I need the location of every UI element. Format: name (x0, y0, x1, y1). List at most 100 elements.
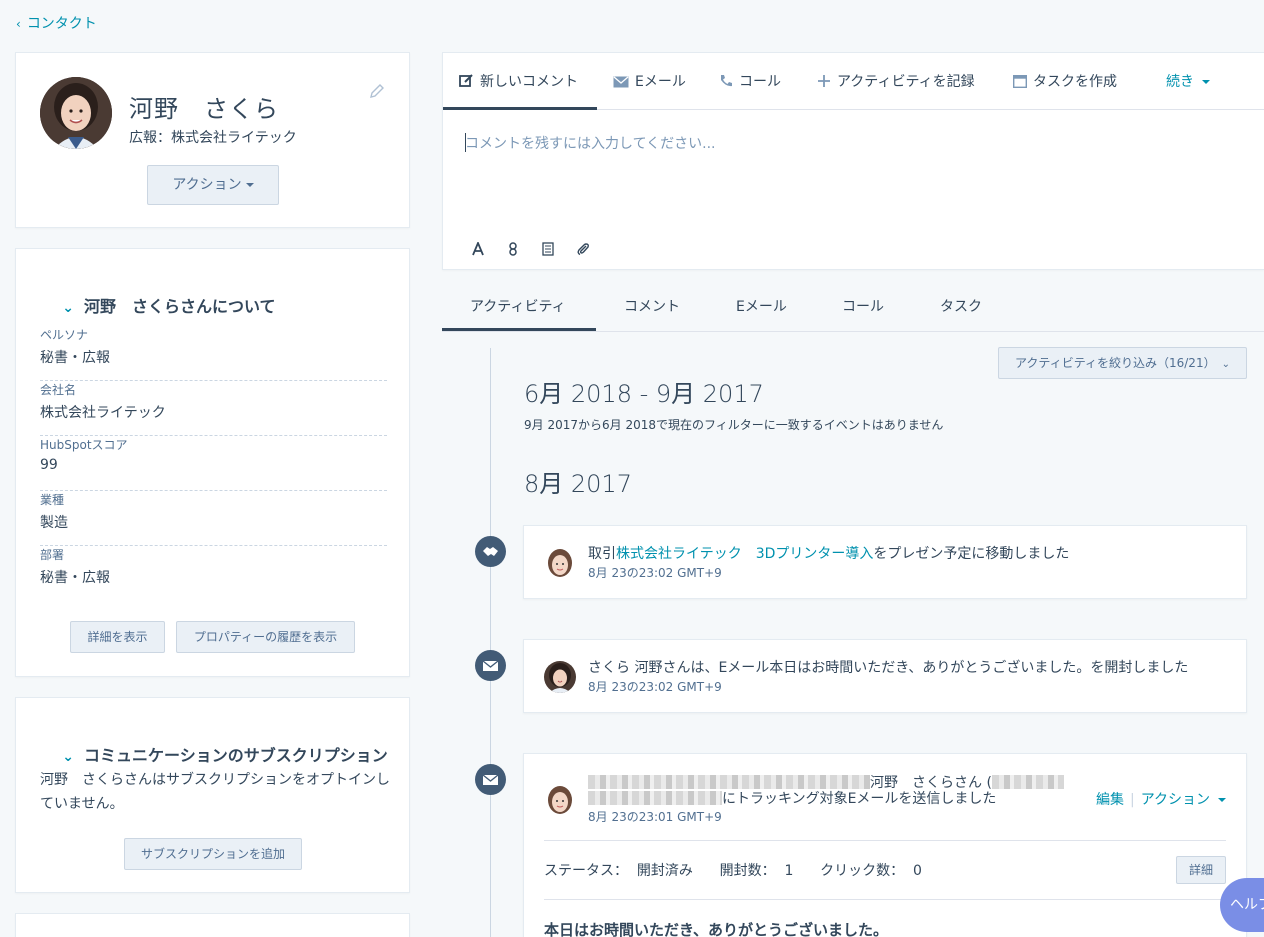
phone-icon (721, 75, 732, 87)
contact-name: 河野 さくら (129, 95, 279, 123)
back-link-label: コンタクト (26, 16, 97, 32)
property-value: 99 (40, 457, 58, 473)
actions-dropdown[interactable]: アクション (1141, 792, 1226, 808)
event-text-line2: にトラッキング対象Eメールを送信しました (588, 788, 996, 808)
filter-label: アクティビティを絞り込み（16/21） (1015, 356, 1216, 370)
property-industry[interactable]: 業種 製造 (40, 491, 387, 546)
property-department[interactable]: 部署 秘書・広報 (40, 546, 387, 601)
property-value: 秘書・広報 (40, 570, 110, 586)
activity-filter-dropdown[interactable]: アクティビティを絞り込み（16/21） ⌄ (998, 347, 1247, 379)
event-timestamp: 8月 23の23:02 GMT+9 (588, 680, 722, 694)
property-value: 製造 (40, 515, 68, 531)
profile-card: 河野 さくら 広報：株式会社ライテック アクション (15, 52, 410, 228)
event-actions: 編集 | アクション (1096, 789, 1226, 809)
event-timestamp: 8月 23の23:02 GMT+9 (588, 566, 722, 580)
chevron-left-icon: ‹ (16, 17, 21, 31)
subscriptions-card: ⌄ コミュニケーションのサブスクリプション 河野 さくらさんはサブスクリプションを… (15, 697, 410, 893)
tab-new-comment[interactable]: 新しいコメント (459, 71, 578, 91)
event-timestamp: 8月 23の23:01 GMT+9 (588, 810, 722, 824)
text-cursor (465, 133, 466, 152)
event-text-suffix: にトラッキング対象Eメールを送信しました (722, 791, 997, 807)
add-subscription-button[interactable]: サブスクリプションを追加 (124, 838, 302, 870)
active-tab-indicator (443, 107, 597, 110)
tab-activity[interactable]: アクティビティ (470, 296, 566, 316)
caret-down-icon (1202, 80, 1210, 84)
link-icon[interactable] (506, 241, 520, 260)
event-text-suffix: をプレゼン予定に移動しました (873, 546, 1070, 562)
activity-tabs: アクティビティ コメント Eメール コール タスク (442, 280, 1264, 332)
property-value: 株式会社ライテック (40, 405, 166, 421)
caret-down-icon (1218, 798, 1226, 802)
event-text: 取引株式会社ライテック 3Dプリンター導入をプレゼン予定に移動しました (588, 543, 1069, 563)
back-to-contacts-link[interactable]: ‹ コンタクト (16, 13, 97, 33)
snippet-icon[interactable] (541, 241, 555, 260)
edit-icon (459, 74, 473, 87)
property-label: 業種 (40, 493, 65, 507)
tab-label: 新しいコメント (480, 74, 578, 90)
timeline-event-deal: 取引株式会社ライテック 3Dプリンター導入をプレゼン予定に移動しました 8月 2… (523, 525, 1247, 599)
actions-label: アクション (1140, 792, 1210, 808)
avatar (544, 784, 576, 816)
property-company[interactable]: 会社名 株式会社ライテック (40, 381, 387, 436)
property-value: 秘書・広報 (40, 350, 110, 366)
more-label: 続き (1166, 74, 1194, 90)
edit-link[interactable]: 編集 (1096, 792, 1124, 808)
email-icon (475, 650, 506, 681)
tab-comments[interactable]: コメント (624, 296, 680, 316)
attachment-icon[interactable] (576, 241, 590, 260)
formatting-toolbar (471, 240, 606, 260)
subscriptions-status-text: 河野 さくらさんはサブスクリプションをオプトインしていません。 (40, 772, 390, 812)
about-heading-label: 河野 さくらさんについて (84, 297, 276, 316)
email-subject: 本日はお時間いただき、ありがとうございました。 (544, 921, 888, 937)
timeline-line (490, 348, 491, 937)
comment-input[interactable]: コメントを残すには入力してください... (465, 133, 716, 153)
text-style-icon[interactable] (471, 240, 485, 260)
subscriptions-heading-label: コミュニケーションのサブスクリプション (84, 746, 388, 765)
redacted-email (991, 775, 1064, 789)
activity-composer: 新しいコメント Eメール コール アクティビティを記録 タスクを作成 続き コメ… (442, 52, 1264, 270)
deal-link[interactable]: 株式会社ライテック 3Dプリンター導入 (616, 546, 873, 562)
property-history-button[interactable]: プロパティーの履歴を表示 (176, 621, 355, 653)
chevron-down-icon: ⌄ (62, 300, 75, 316)
tab-calls[interactable]: コール (842, 296, 884, 316)
property-label: 会社名 (40, 383, 77, 397)
email-icon (613, 76, 629, 88)
caret-down-icon (245, 183, 254, 187)
email-stats: ステータス： 開封済み 開封数： 1 クリック数： 0 (544, 863, 922, 879)
property-label: HubSpotスコア (40, 438, 128, 452)
tab-label: Eメール (635, 74, 686, 90)
property-label: ペルソナ (40, 328, 89, 342)
period-heading: 6月 2018 - 9月 2017 (524, 380, 764, 408)
task-icon (1012, 74, 1028, 89)
plus-icon (818, 75, 830, 87)
separator: | (1129, 792, 1135, 808)
event-text-prefix: 取引 (588, 546, 616, 562)
more-dropdown[interactable]: 続き (1166, 71, 1210, 91)
redacted-sender (588, 775, 870, 789)
actions-button-label: アクション (172, 177, 242, 193)
tab-email[interactable]: Eメール (613, 71, 686, 91)
tab-create-task[interactable]: タスクを作成 (1012, 71, 1117, 91)
tab-label: コール (739, 74, 781, 90)
property-label: 部署 (40, 548, 65, 562)
deal-icon (475, 536, 506, 567)
period-heading: 8月 2017 (524, 470, 632, 498)
tab-tasks[interactable]: タスク (940, 296, 982, 316)
property-persona[interactable]: ペルソナ 秘書・広報 (40, 326, 387, 381)
tab-call[interactable]: コール (719, 71, 781, 91)
tab-emails[interactable]: Eメール (736, 296, 787, 316)
next-card (15, 913, 410, 937)
period-empty-note: 9月 2017から6月 2018で現在のフィルターに一致するイベントはありません (524, 418, 944, 432)
chevron-down-icon: ⌄ (1221, 359, 1230, 370)
tab-label: タスクを作成 (1033, 74, 1117, 90)
property-hubspot-score[interactable]: HubSpotスコア 99 (40, 436, 387, 491)
details-button[interactable]: 詳細 (1176, 856, 1226, 884)
tab-label: アクティビティを記録 (837, 74, 975, 90)
show-details-button[interactable]: 詳細を表示 (70, 621, 165, 653)
composer-tabs: 新しいコメント Eメール コール アクティビティを記録 タスクを作成 続き (443, 53, 1264, 110)
tab-log-activity[interactable]: アクティビティを記録 (817, 71, 975, 91)
avatar (544, 547, 576, 579)
email-icon (475, 764, 506, 795)
pencil-icon[interactable] (369, 83, 385, 103)
actions-dropdown-button[interactable]: アクション (147, 165, 279, 205)
